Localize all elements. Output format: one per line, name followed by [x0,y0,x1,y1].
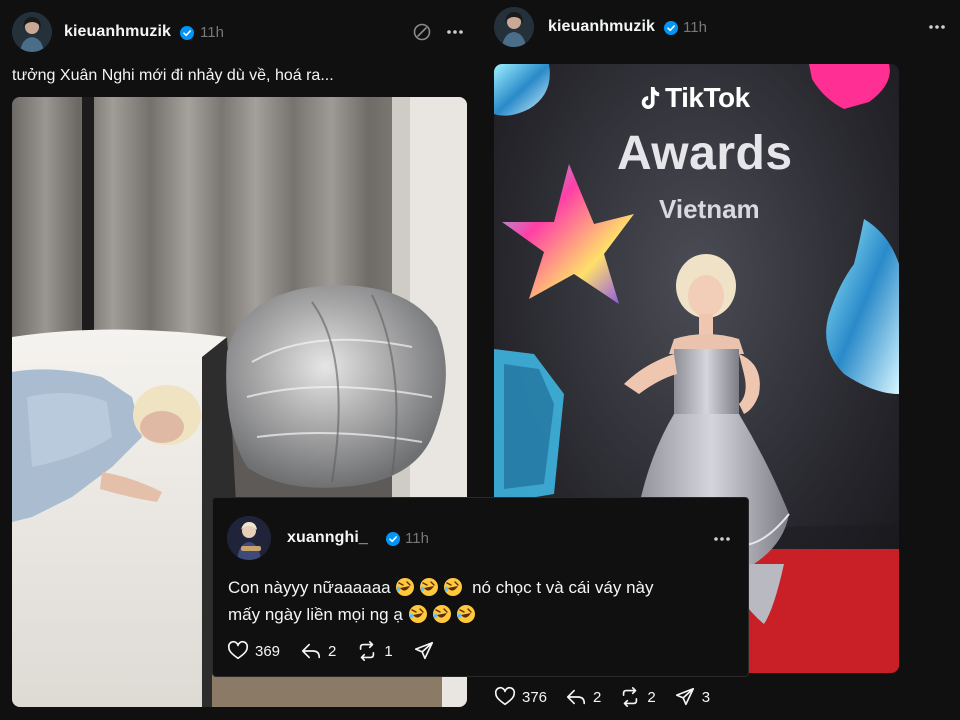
reply-button[interactable]: 2 [565,686,601,708]
rofl-emoji-icon [443,577,463,597]
post-caption: tưởng Xuân Nghi mới đi nhảy dù về, hoá r… [12,67,334,84]
more-icon[interactable] [443,20,467,44]
post-time: 11h [683,19,707,36]
reply-icon [566,689,586,705]
post-header: kieuanhmuzik 11h [484,0,960,64]
reply-button[interactable]: 2 [300,640,336,662]
like-count: 376 [522,688,548,706]
avatar-image [12,12,52,52]
reply-actions: 369 2 1 [227,640,453,662]
rofl-emoji-icon [395,577,415,597]
post-username[interactable]: kieuanhmuzik [64,23,171,41]
verified-icon [180,26,194,40]
share-count: 3 [701,688,711,706]
verified-icon [664,21,678,35]
avatar-image [227,516,271,560]
repost-icon [623,687,638,707]
reply-text-line1: Con nàyyy nữaaaaaa [228,578,391,597]
reply-count: 2 [593,688,602,706]
heart-icon [227,640,249,660]
like-button[interactable]: 376 [494,686,547,708]
avatar-image [494,7,534,47]
rofl-emoji-icon [456,604,476,624]
reply-text: Con nàyyy nữaaaaaa nó chọc t và cái váy … [228,574,728,628]
reply-time: 11h [405,530,429,547]
more-icon[interactable] [710,527,734,551]
repost-icon [360,641,375,661]
repost-count: 1 [384,642,393,660]
like-button[interactable]: 369 [227,640,280,662]
post-username[interactable]: kieuanhmuzik [548,18,655,36]
more-icon[interactable] [925,15,949,39]
repost-button[interactable]: 1 [356,640,393,662]
avatar[interactable] [12,12,52,52]
like-count: 369 [255,642,281,660]
rofl-emoji-icon [408,604,428,624]
reply-avatar[interactable] [227,516,271,560]
reply-icon [301,643,321,659]
rofl-emoji-icon [432,604,452,624]
reply-text-line1-after: nó chọc t và cái váy này [472,578,654,597]
mute-icon[interactable] [410,20,434,44]
share-button[interactable]: 3 [674,686,710,708]
post-time: 11h [200,24,224,41]
reply-text-line2: mấy ngày liền mọi ng ạ [228,605,403,624]
reply-card: xuannghi_ 11h Con nàyyy nữaaaaaa nó chọc… [212,497,749,677]
verified-icon [386,532,400,546]
repost-count: 2 [647,688,656,706]
reply-username[interactable]: xuannghi_ [287,529,368,547]
heart-icon [494,686,516,706]
rofl-emoji-icon [419,577,439,597]
share-icon [675,687,694,706]
avatar[interactable] [494,7,534,47]
share-icon [414,641,433,660]
post-actions: 376 2 2 3 [494,686,728,708]
reply-count: 2 [328,642,337,660]
share-button[interactable] [413,640,435,662]
post-header: kieuanhmuzik 11h [0,0,480,64]
repost-button[interactable]: 2 [619,686,656,708]
